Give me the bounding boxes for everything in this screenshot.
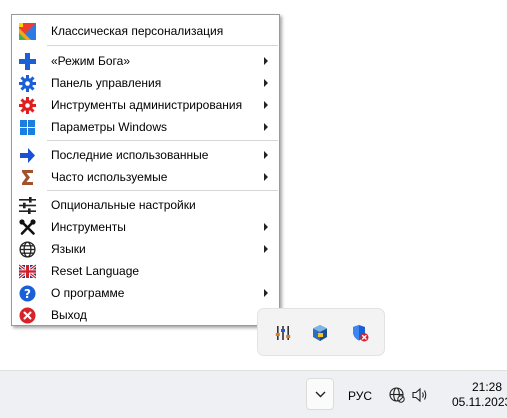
menu-item-label: Инструменты администрирования [51,98,243,112]
menu-separator [47,140,278,141]
chevron-down-icon [315,391,326,398]
menu-item-admin-tools[interactable]: Инструменты администрирования [12,94,279,116]
menu-item-label: Панель управления [51,76,162,90]
volume-icon[interactable] [412,387,429,403]
defender-icon[interactable] [351,324,369,342]
tools-icon [19,219,36,235]
globe-icon [19,241,36,258]
menu-item-tools[interactable]: Инструменты [12,216,279,238]
menu-separator [47,190,278,191]
clock-date: 05.11.2023 [452,395,507,409]
menu-item-windows-settings[interactable]: Параметры Windows [12,116,279,138]
submenu-arrow-icon [264,245,268,253]
menu-item-label: Reset Language [51,264,140,278]
menu-item-exit[interactable]: Выход [12,304,279,326]
menu-item-optional-settings[interactable]: Опциональные настройки [12,194,279,216]
submenu-arrow-icon [264,173,268,181]
menu-item-label: Параметры Windows [51,120,167,134]
menu-item-label: «Режим Бога» [51,54,131,68]
submenu-arrow-icon [264,57,268,65]
menu-item-about[interactable]: ? О программе [12,282,279,304]
menu-item-classic-personalization[interactable]: Классическая персонализация [12,20,279,42]
menu-item-recent[interactable]: Последние использованные [12,144,279,166]
input-language-indicator[interactable]: РУС [348,389,372,403]
show-hidden-icons-button[interactable] [306,378,334,410]
uk-flag-icon [19,263,36,280]
menu-item-god-mode[interactable]: «Режим Бога» [12,50,279,72]
clock[interactable]: 21:28 05.11.2023 [452,380,507,410]
equalizer-icon[interactable] [274,324,292,342]
menu-item-label: Часто используемые [51,170,168,184]
menu-item-languages[interactable]: Языки [12,238,279,260]
menu-item-control-panel[interactable]: Панель управления [12,72,279,94]
rainbow-personalization-icon [19,23,36,40]
menu-separator [47,45,278,46]
exit-icon [19,307,36,324]
submenu-arrow-icon [264,223,268,231]
submenu-arrow-icon [264,151,268,159]
menu-item-label: Последние использованные [51,148,209,162]
menu-item-label: Инструменты [51,220,126,234]
menu-item-label: Опциональные настройки [51,198,196,212]
submenu-arrow-icon [264,123,268,131]
virtualbox-icon[interactable] [311,324,329,342]
sliders-icon [19,197,36,214]
submenu-arrow-icon [264,289,268,297]
network-globe-icon[interactable] [389,387,405,403]
gear-icon [19,75,36,92]
menu-item-label: Классическая персонализация [51,24,224,38]
arrow-right-icon [20,148,35,163]
menu-item-label: Выход [51,308,87,322]
red-gear-icon [19,97,36,114]
taskbar: РУС 21:28 05.11.2023 [0,370,507,418]
windows-logo-icon [20,120,35,135]
menu-item-frequent[interactable]: Часто используемые [12,166,279,188]
menu-item-reset-language[interactable]: Reset Language [12,260,279,282]
menu-item-label: О программе [51,286,125,300]
context-menu: Классическая персонализация «Режим Бога»… [11,14,280,326]
svg-text:?: ? [24,287,31,301]
submenu-arrow-icon [264,79,268,87]
clock-time: 21:28 [471,380,502,394]
help-icon: ? [19,285,36,302]
tray-overflow-panel [257,308,385,356]
menu-item-label: Языки [51,242,86,256]
sigma-icon [22,170,33,185]
plus-icon [19,53,36,70]
submenu-arrow-icon [264,101,268,109]
